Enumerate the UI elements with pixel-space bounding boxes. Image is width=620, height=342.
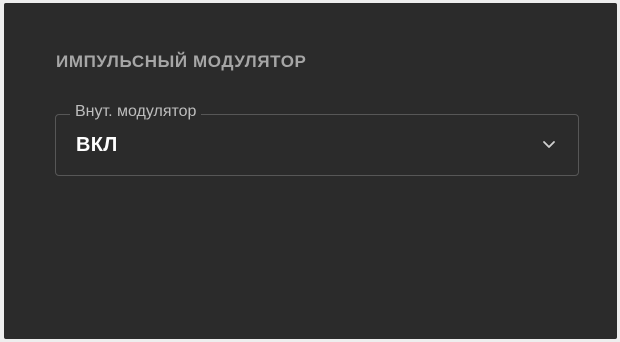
internal-modulator-label: Внут. модулятор [70,102,202,122]
internal-modulator-select[interactable]: Внут. модулятор ВКЛ [55,102,579,176]
section-title: ИМПУЛЬСНЫЙ МОДУЛЯТОР [56,52,307,71]
internal-modulator-value: ВКЛ [76,134,118,156]
pulse-modulator-panel: ИМПУЛЬСНЫЙ МОДУЛЯТОР Внут. модулятор ВКЛ [4,3,617,339]
chevron-down-icon[interactable] [542,139,556,149]
